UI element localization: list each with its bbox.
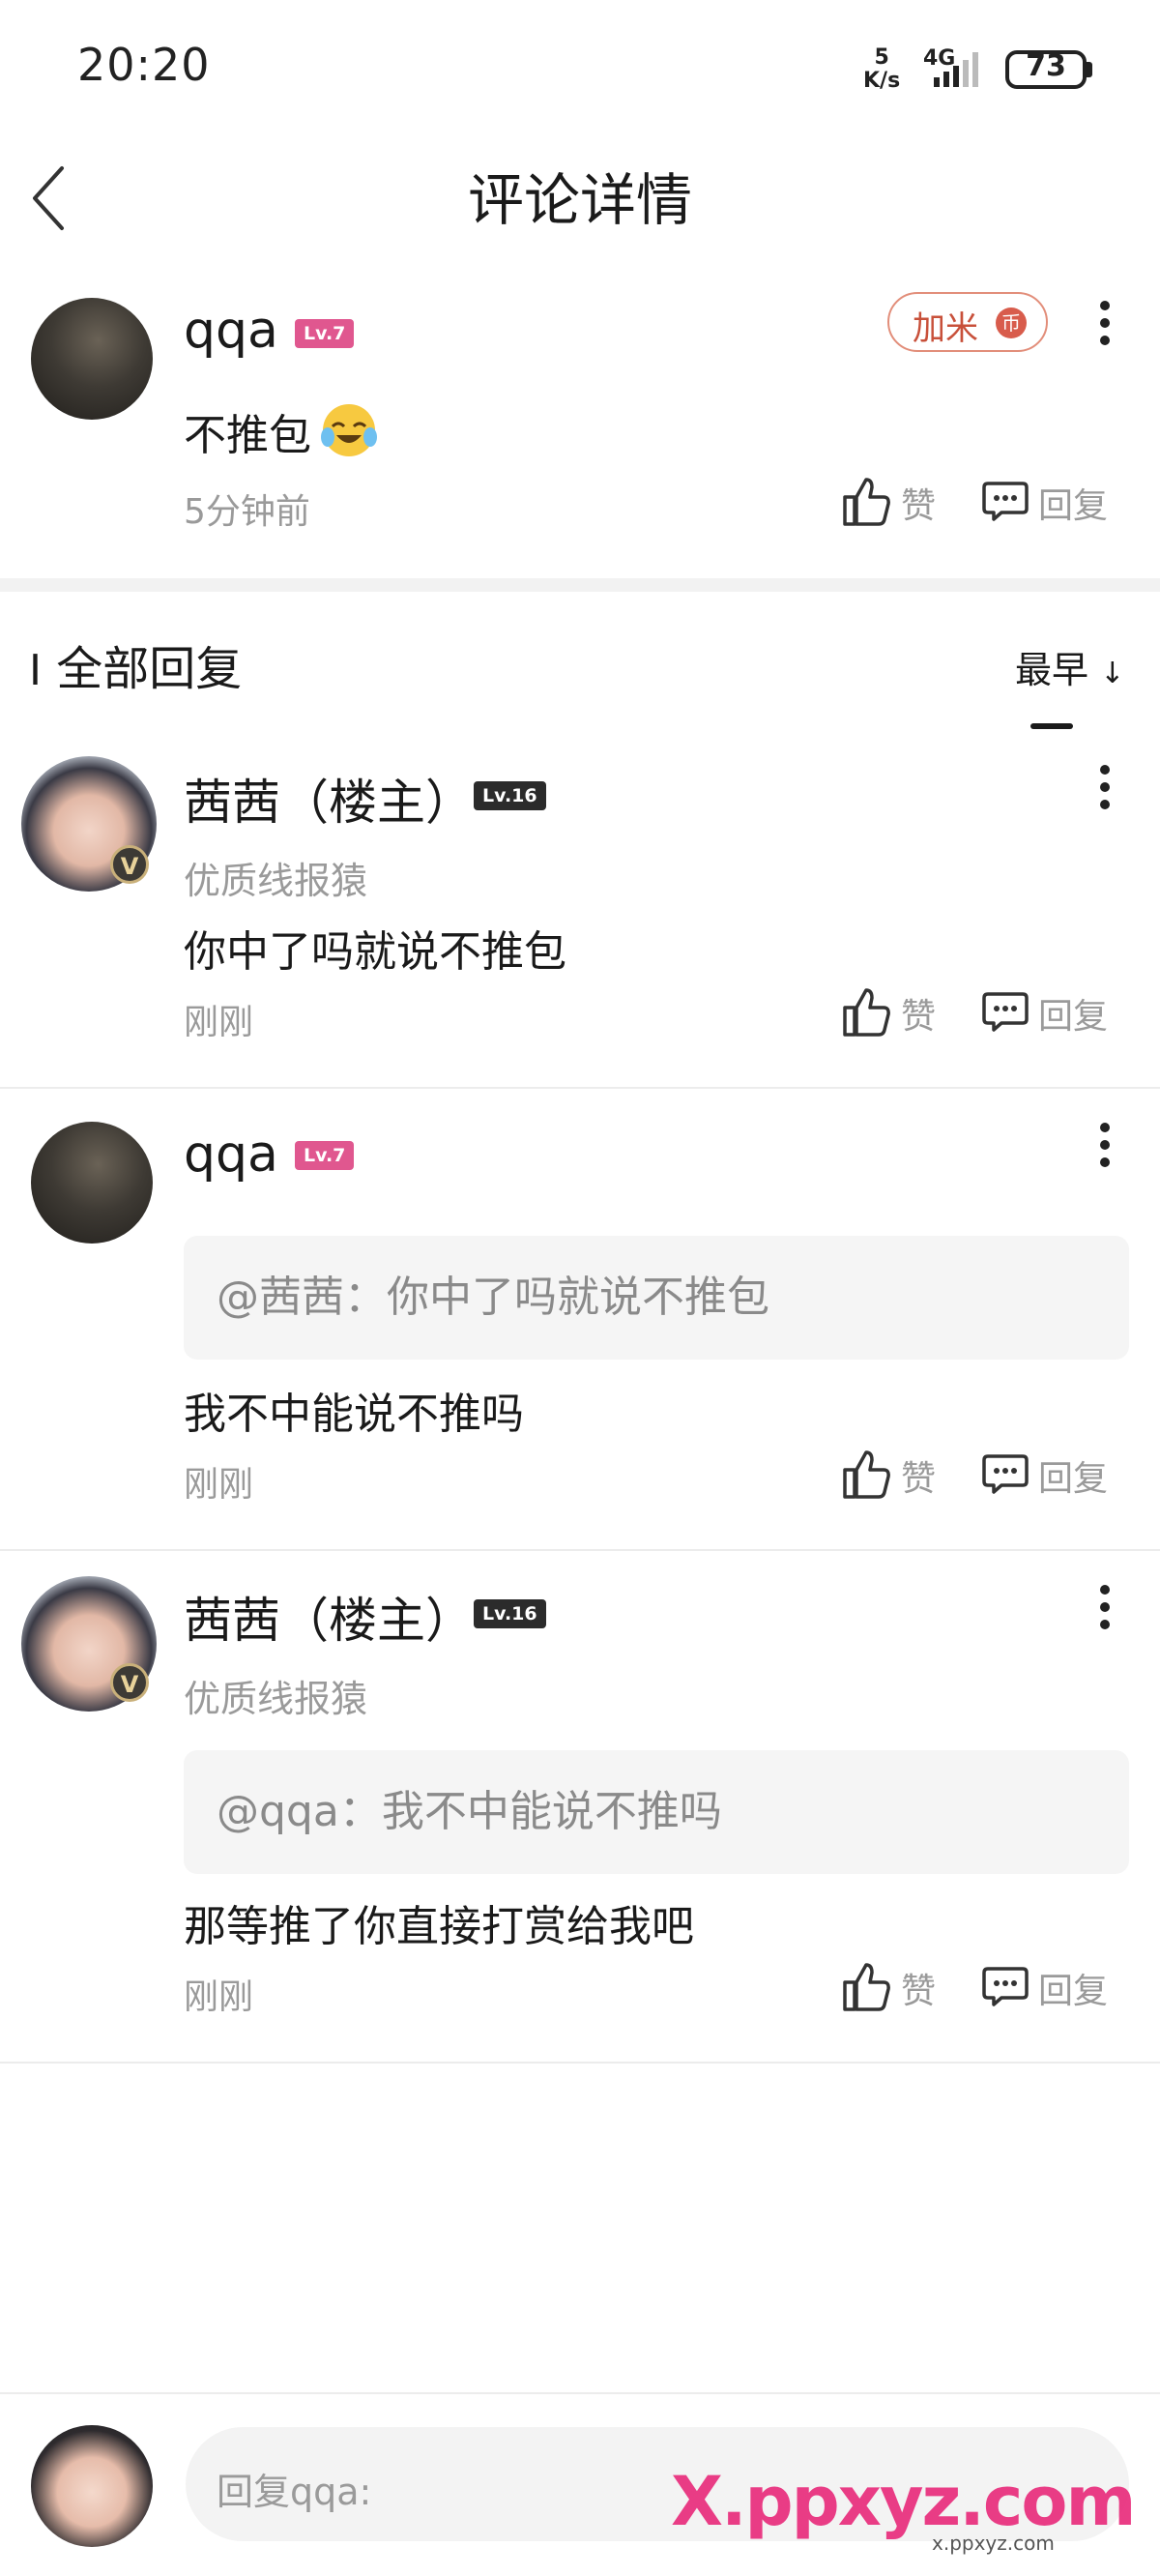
reply-button[interactable]: 回复	[982, 1447, 1137, 1507]
comment-bubble-icon	[982, 1967, 1029, 2006]
comment-content: 不推包	[184, 411, 311, 460]
battery-level: 73	[1026, 49, 1066, 83]
reply-time: 刚刚	[184, 1977, 254, 2017]
watermark-small: x.ppxyz.com	[932, 2532, 1055, 2555]
avatar[interactable]	[31, 298, 153, 420]
reply-button[interactable]: 回复	[982, 1959, 1137, 2019]
divider	[0, 1549, 1160, 1551]
signal-icon	[934, 52, 978, 87]
page-title: 评论详情	[467, 167, 692, 233]
bottom-divider	[0, 2392, 1160, 2394]
username[interactable]: qqa	[184, 302, 278, 360]
thumbs-up-icon	[843, 1963, 890, 2011]
reply-content: 你中了吗就说不推包	[184, 927, 566, 977]
reply-button[interactable]: 回复	[982, 984, 1137, 1044]
thumbs-up-icon	[843, 1450, 890, 1499]
battery-tip	[1087, 62, 1092, 77]
more-icon[interactable]	[1090, 1116, 1119, 1174]
reply-label: 回复	[1038, 486, 1109, 526]
reply-time: 刚刚	[184, 1003, 254, 1042]
like-label: 赞	[901, 1459, 937, 1499]
sort-underline	[1030, 723, 1073, 729]
coin-icon: 币	[996, 307, 1027, 338]
level-badge: Lv.7	[295, 319, 355, 348]
section-title: I 全部回复	[29, 630, 242, 698]
arrow-down-icon: ↓	[1100, 657, 1125, 690]
level-badge: Lv.16	[474, 1599, 546, 1628]
divider	[0, 1087, 1160, 1089]
like-label: 赞	[901, 997, 937, 1037]
quoted-comment[interactable]: @qqa：我不中能说不推吗	[184, 1750, 1129, 1874]
like-button[interactable]: 赞	[839, 984, 945, 1044]
level-badge: Lv.7	[295, 1141, 355, 1170]
like-button[interactable]: 赞	[839, 474, 945, 534]
like-label: 赞	[901, 486, 937, 526]
avatar[interactable]	[31, 1122, 153, 1244]
comment-time: 5分钟前	[184, 492, 310, 532]
divider	[0, 2062, 1160, 2064]
like-label: 赞	[901, 1972, 937, 2011]
more-icon[interactable]	[1090, 294, 1119, 352]
username[interactable]: 茜茜（楼主）	[184, 764, 474, 834]
net-speed: 5 K/s	[863, 46, 900, 93]
level-badge: Lv.16	[474, 781, 546, 810]
jiami-label: 加米	[913, 309, 978, 348]
user-title: 优质线报猿	[184, 1678, 368, 1720]
reply-time: 刚刚	[184, 1465, 254, 1505]
more-icon[interactable]	[1090, 1578, 1119, 1636]
my-avatar	[31, 2425, 153, 2547]
reply-label: 回复	[1038, 1972, 1109, 2011]
verified-badge: V	[110, 1663, 149, 1702]
like-button[interactable]: 赞	[839, 1959, 945, 2019]
username[interactable]: 茜茜（楼主）	[184, 1582, 474, 1652]
thumbs-up-icon	[843, 988, 890, 1037]
section-title-text: 全部回复	[56, 642, 243, 696]
comment-bubble-icon	[982, 1454, 1029, 1494]
reply-content: 我不中能说不推吗	[184, 1390, 524, 1439]
reply-label: 回复	[1038, 997, 1109, 1037]
jiami-button[interactable]: 加米 币	[887, 292, 1048, 352]
sort-button[interactable]: 最早 ↓	[1015, 640, 1124, 693]
verified-badge: V	[110, 845, 149, 884]
thumbs-up-icon	[843, 478, 890, 526]
comment-bubble-icon	[982, 482, 1029, 521]
reply-placeholder: 回复qqa:	[217, 2471, 372, 2513]
watermark: X.ppxyz.com	[671, 2462, 1136, 2541]
reply-label: 回复	[1038, 1459, 1109, 1499]
crying-laughing-emoji-icon	[321, 404, 377, 456]
section-divider	[0, 578, 1160, 592]
status-time: 20:20	[77, 39, 211, 91]
sort-label: 最早	[1015, 649, 1089, 691]
reply-content: 那等推了你直接打赏给我吧	[184, 1902, 694, 1951]
user-title: 优质线报猿	[184, 860, 368, 902]
section-bar: I	[29, 646, 42, 695]
like-button[interactable]: 赞	[839, 1447, 945, 1507]
reply-button[interactable]: 回复	[982, 474, 1137, 534]
net-speed-unit: K/s	[863, 69, 901, 93]
comment-bubble-icon	[982, 992, 1029, 1032]
quoted-comment[interactable]: @茜茜：你中了吗就说不推包	[184, 1236, 1129, 1360]
username[interactable]: qqa	[184, 1126, 278, 1184]
net-speed-value: 5	[874, 45, 889, 70]
more-icon[interactable]	[1090, 758, 1119, 816]
